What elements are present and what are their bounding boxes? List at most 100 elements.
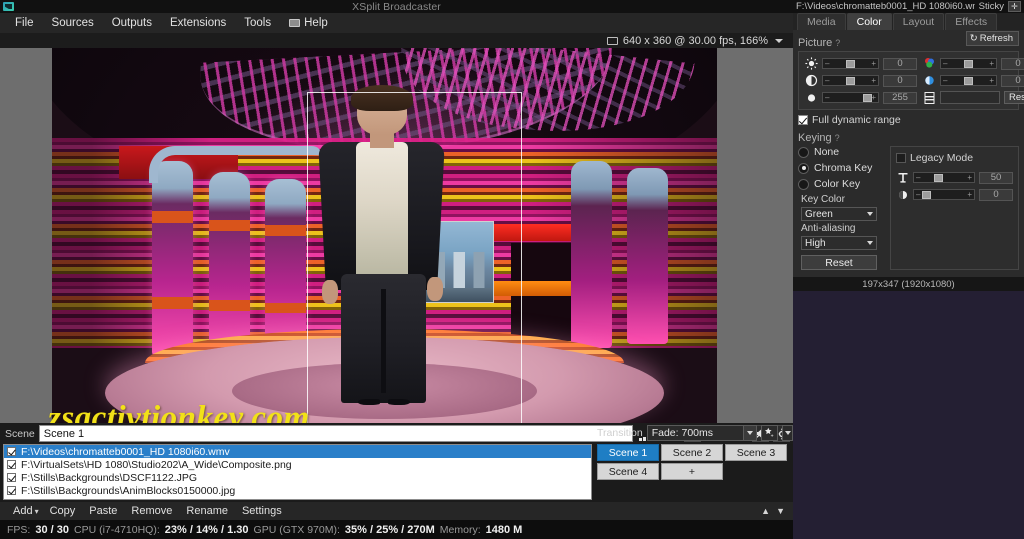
exposure-icon bbox=[896, 188, 909, 201]
threshold-slider[interactable]: –+ bbox=[913, 172, 975, 183]
legacy-mode-row[interactable]: Legacy Mode bbox=[896, 152, 1013, 164]
stage-toolbar: 640 x 360 @ 30.00 fps, 166% bbox=[0, 33, 793, 48]
paste-button[interactable]: Paste bbox=[82, 504, 124, 518]
chevron-down-icon[interactable] bbox=[775, 39, 783, 43]
gamma-slider[interactable]: –+ bbox=[822, 92, 879, 103]
stage-resolution-label: 640 x 360 @ 30.00 fps, 166% bbox=[623, 35, 768, 47]
antialiasing-select[interactable]: High bbox=[801, 236, 877, 250]
checkbox-icon[interactable] bbox=[798, 115, 808, 125]
presenter-hand-right bbox=[427, 277, 443, 302]
settings-button[interactable]: Settings bbox=[235, 504, 289, 518]
menu-item-tools[interactable]: Tools bbox=[235, 15, 280, 31]
radio-icon[interactable] bbox=[798, 147, 809, 158]
rename-button[interactable]: Rename bbox=[179, 504, 235, 518]
keying-mode-color-key[interactable]: Color Key bbox=[798, 178, 884, 190]
scene-button-2[interactable]: Scene 2 bbox=[661, 444, 723, 461]
hue-slider[interactable]: –+ bbox=[940, 58, 997, 69]
status-bar: FPS: 30 / 30 CPU (i7-4710HQ): 23% / 14% … bbox=[0, 520, 793, 539]
presenter-shoe-right bbox=[388, 399, 410, 405]
radio-icon[interactable] bbox=[798, 179, 809, 190]
presenter-legs bbox=[341, 274, 426, 403]
brightness-value[interactable]: 0 bbox=[883, 58, 917, 70]
menu-item-outputs[interactable]: Outputs bbox=[103, 15, 161, 31]
arrow-down-icon[interactable]: ▼ bbox=[776, 506, 785, 516]
checkbox-icon[interactable] bbox=[7, 460, 16, 469]
refresh-label: Refresh bbox=[980, 33, 1013, 44]
copy-button[interactable]: Copy bbox=[43, 504, 83, 518]
checkbox-icon[interactable] bbox=[7, 486, 16, 495]
scene-button-4[interactable]: Scene 4 bbox=[597, 463, 659, 480]
presenter-shoe-left bbox=[358, 399, 380, 405]
checkbox-icon[interactable] bbox=[7, 447, 16, 456]
gamma-row: –+ 255 bbox=[805, 91, 917, 104]
checkbox-icon[interactable] bbox=[896, 153, 906, 163]
keying-mode-none[interactable]: None bbox=[798, 146, 884, 158]
xsplit-window: XSplit Broadcaster File Sources Outputs … bbox=[0, 0, 1024, 539]
transition-select[interactable]: Fade: 700ms bbox=[647, 425, 757, 441]
radio-icon[interactable] bbox=[798, 163, 809, 174]
chevron-down-icon[interactable] bbox=[743, 426, 756, 440]
checkbox-icon[interactable] bbox=[7, 473, 16, 482]
list-item[interactable]: F:\Videos\chromatteb0001_HD 1080i60.wmv bbox=[4, 445, 591, 458]
brightness-icon bbox=[805, 57, 818, 70]
help-question-icon[interactable]: ? bbox=[835, 133, 843, 143]
scene-name-input[interactable] bbox=[39, 425, 633, 442]
remove-button[interactable]: Remove bbox=[124, 504, 179, 518]
saturation-slider[interactable]: –+ bbox=[940, 75, 997, 86]
tab-layout[interactable]: Layout bbox=[893, 13, 945, 30]
keying-mode-chroma-key[interactable]: Chroma Key bbox=[798, 162, 884, 174]
saturation-value[interactable]: 0 bbox=[1001, 75, 1024, 87]
scene-button-3[interactable]: Scene 3 bbox=[725, 444, 787, 461]
chevron-down-icon[interactable] bbox=[864, 208, 876, 220]
menu-item-sources[interactable]: Sources bbox=[43, 15, 103, 31]
tab-effects[interactable]: Effects bbox=[945, 13, 997, 30]
menu-item-extensions[interactable]: Extensions bbox=[161, 15, 235, 31]
list-item[interactable]: F:\Stills\Backgrounds\AnimBlocks0150000.… bbox=[4, 484, 591, 497]
exposure-slider[interactable]: –+ bbox=[913, 189, 975, 200]
gamma-value[interactable]: 255 bbox=[883, 92, 917, 104]
arrow-up-icon[interactable]: ▲ bbox=[761, 506, 770, 516]
resolution-info-text: 197x347 (1920x1080) bbox=[862, 279, 954, 290]
chevron-down-icon[interactable] bbox=[864, 237, 876, 249]
brightness-slider[interactable]: –+ bbox=[822, 58, 879, 69]
keying-mode-label: Color Key bbox=[814, 178, 860, 190]
favorite-dropdown-icon[interactable] bbox=[782, 425, 793, 441]
keying-section-header: Keying ? bbox=[798, 132, 1019, 144]
cpu-label: CPU (i7-4710HQ): bbox=[74, 524, 160, 536]
scene-button-1[interactable]: Scene 1 bbox=[597, 444, 659, 461]
canvas-gutter-right bbox=[717, 48, 793, 423]
menu-item-file[interactable]: File bbox=[6, 15, 43, 31]
exposure-value[interactable]: 0 bbox=[979, 189, 1013, 201]
picture-title: Picture bbox=[798, 37, 832, 49]
source-path-label: F:\Stills\Backgrounds\AnimBlocks0150000.… bbox=[21, 485, 235, 497]
help-question-icon[interactable]: ? bbox=[835, 38, 843, 48]
add-favorite-icon[interactable]: + bbox=[761, 425, 778, 441]
source-list[interactable]: F:\Videos\chromatteb0001_HD 1080i60.wmv … bbox=[3, 444, 592, 500]
picture-reset-button[interactable]: Reset bbox=[1004, 91, 1024, 104]
threshold-value[interactable]: 50 bbox=[979, 172, 1013, 184]
menu-item-help[interactable]: Help bbox=[280, 15, 337, 31]
keying-reset-button[interactable]: Reset bbox=[801, 255, 877, 270]
contrast-slider[interactable]: –+ bbox=[822, 75, 879, 86]
levels-field[interactable] bbox=[940, 91, 1000, 104]
legacy-mode-label: Legacy Mode bbox=[910, 152, 973, 164]
hue-value[interactable]: 0 bbox=[1001, 58, 1024, 70]
tab-media[interactable]: Media bbox=[797, 13, 846, 30]
list-item[interactable]: F:\Stills\Backgrounds\DSCF1122.JPG bbox=[4, 471, 591, 484]
monitor-icon bbox=[607, 37, 618, 45]
scene-buttons: Scene 1 Scene 2 Scene 3 Scene 4 + bbox=[597, 444, 793, 480]
refresh-button[interactable]: ↻ Refresh bbox=[966, 31, 1019, 46]
presenter-chroma-key-source[interactable] bbox=[309, 89, 455, 397]
contrast-value[interactable]: 0 bbox=[883, 75, 917, 87]
pin-icon[interactable]: ✛ bbox=[1008, 1, 1021, 12]
full-dynamic-range-row[interactable]: Full dynamic range bbox=[798, 114, 1019, 126]
key-color-select[interactable]: Green bbox=[801, 207, 877, 221]
add-dropdown-icon[interactable]: ▾ bbox=[35, 507, 43, 516]
list-item[interactable]: F:\VirtualSets\HD 1080\Studio202\A_Wide\… bbox=[4, 458, 591, 471]
tab-color[interactable]: Color bbox=[847, 13, 892, 30]
presenter-hair bbox=[351, 85, 412, 111]
preview-canvas[interactable]: zsactivtionkey.com bbox=[0, 48, 793, 423]
saturation-row: –+ 0 bbox=[923, 74, 1024, 87]
svg-text:+: + bbox=[771, 433, 774, 438]
scene-button-add[interactable]: + bbox=[661, 463, 723, 480]
